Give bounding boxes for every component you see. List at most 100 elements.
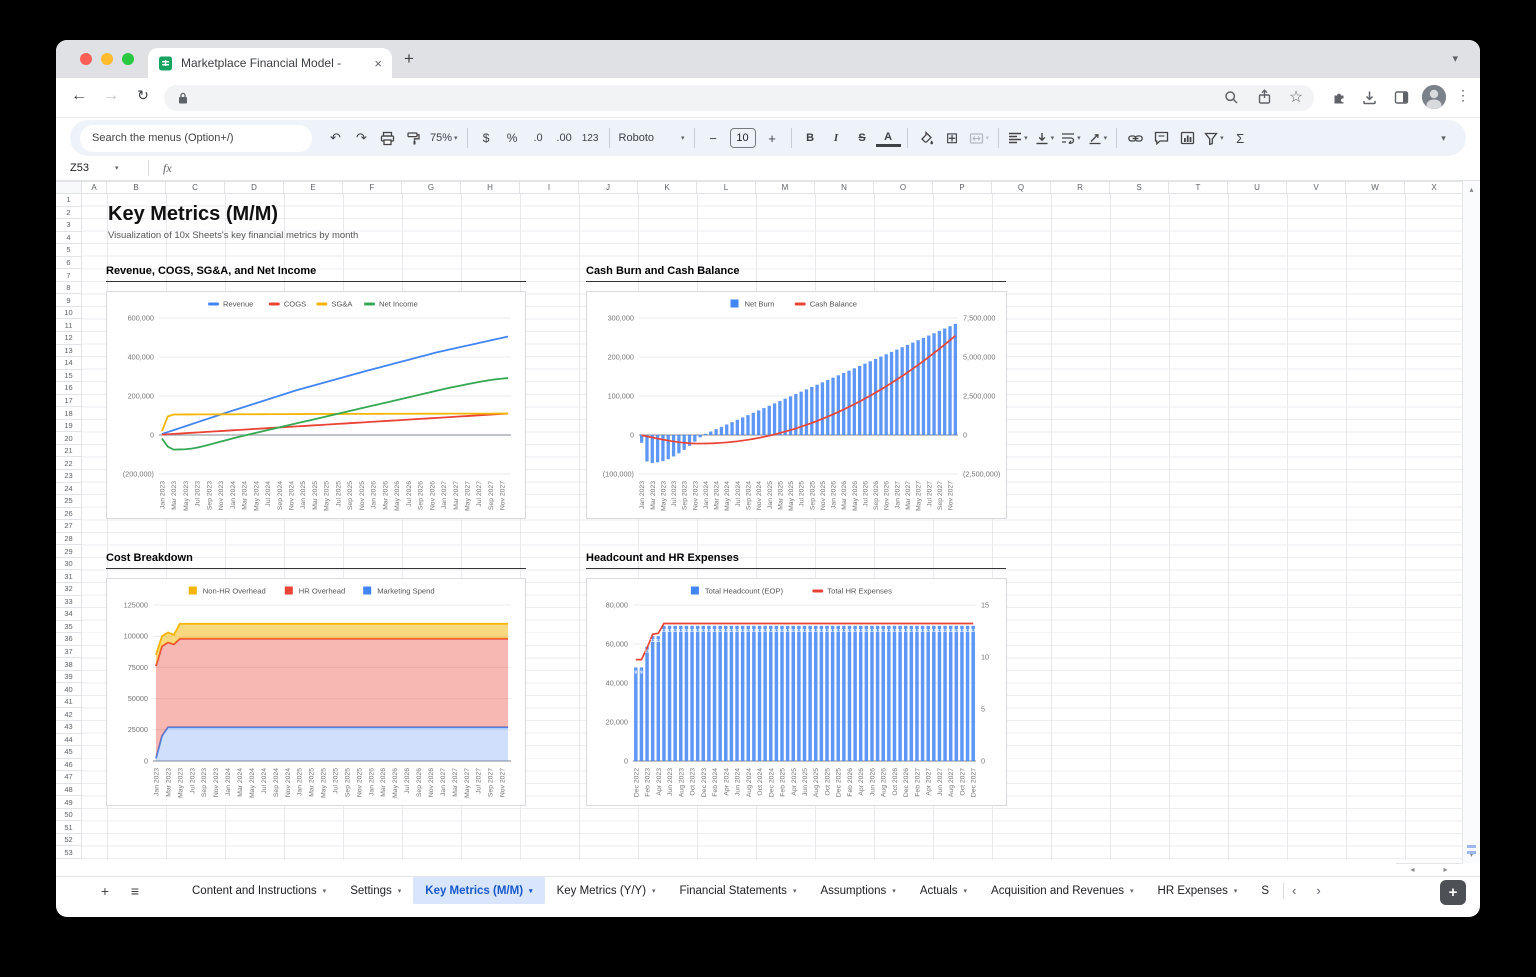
row-header-45[interactable]: 45	[56, 746, 82, 759]
row-header-14[interactable]: 14	[56, 357, 82, 370]
row-header-11[interactable]: 11	[56, 319, 82, 332]
row-header-32[interactable]: 32	[56, 583, 82, 596]
tab-close-icon[interactable]: ×	[374, 56, 382, 71]
traffic-light-close[interactable]	[80, 53, 92, 65]
traffic-light-zoom[interactable]	[122, 53, 134, 65]
chart-cost-breakdown[interactable]: 1250001000007500050000250000Jan 2023Mar …	[106, 578, 526, 806]
row-header-49[interactable]: 49	[56, 796, 82, 809]
row-header-22[interactable]: 22	[56, 457, 82, 470]
row-header-26[interactable]: 26	[56, 508, 82, 521]
row-header-36[interactable]: 36	[56, 633, 82, 646]
row-header-39[interactable]: 39	[56, 671, 82, 684]
row-header-37[interactable]: 37	[56, 646, 82, 659]
column-header-P[interactable]: P	[933, 181, 992, 194]
sheet-tab-acquisition-and-revenues[interactable]: Acquisition and Revenues▾	[979, 877, 1146, 904]
row-header-17[interactable]: 17	[56, 395, 82, 408]
row-header-42[interactable]: 42	[56, 708, 82, 721]
format-percent-button[interactable]: %	[500, 125, 525, 151]
row-header-31[interactable]: 31	[56, 570, 82, 583]
column-header-E[interactable]: E	[284, 181, 343, 194]
column-header-D[interactable]: D	[225, 181, 284, 194]
sheet-tab-financial-statements[interactable]: Financial Statements▾	[668, 877, 809, 904]
scroll-left-icon[interactable]: ◂	[1396, 864, 1429, 876]
vertical-align-button[interactable]: ▾	[1032, 125, 1058, 151]
insert-link-button[interactable]	[1123, 125, 1148, 151]
row-header-5[interactable]: 5	[56, 244, 82, 257]
tabstrip-chevron-icon[interactable]: ▾	[1452, 52, 1458, 65]
functions-button[interactable]: Σ	[1228, 125, 1253, 151]
redo-button[interactable]: ↷	[349, 125, 374, 151]
create-filter-button[interactable]: ▾	[1201, 125, 1227, 151]
row-header-8[interactable]: 8	[56, 282, 82, 295]
column-header-I[interactable]: I	[520, 181, 579, 194]
column-header-O[interactable]: O	[874, 181, 933, 194]
column-header-H[interactable]: H	[461, 181, 520, 194]
extensions-puzzle-icon[interactable]	[1328, 86, 1350, 108]
column-header-J[interactable]: J	[579, 181, 638, 194]
sheet-tab-hr-expenses[interactable]: HR Expenses▾	[1146, 877, 1250, 904]
insert-comment-button[interactable]	[1149, 125, 1174, 151]
text-wrap-button[interactable]: ▾	[1058, 125, 1084, 151]
row-header-52[interactable]: 52	[56, 834, 82, 847]
increase-font-size-button[interactable]: +	[760, 125, 785, 151]
row-header-19[interactable]: 19	[56, 420, 82, 433]
column-header-G[interactable]: G	[402, 181, 461, 194]
scroll-up-icon[interactable]: ▴	[1463, 185, 1480, 194]
row-header-40[interactable]: 40	[56, 683, 82, 696]
sheet-tab-assumptions[interactable]: Assumptions▾	[808, 877, 907, 904]
chart-headcount-hr-expenses[interactable]: 80,00060,00040,00020,0000151050Dec 2022F…	[586, 578, 1007, 806]
column-header-R[interactable]: R	[1051, 181, 1110, 194]
toolbar-collapse-chevron[interactable]: ▾	[1431, 125, 1456, 151]
all-sheets-button[interactable]: ≡	[120, 883, 150, 899]
row-header-4[interactable]: 4	[56, 232, 82, 245]
kebab-menu-icon[interactable]: ⋮	[1452, 87, 1474, 104]
row-header-3[interactable]: 3	[56, 219, 82, 232]
borders-button[interactable]: ⊞	[940, 125, 965, 151]
back-button[interactable]: ←	[68, 87, 90, 105]
sheet-tabs-next-icon[interactable]: ›	[1316, 883, 1320, 898]
horizontal-scrollbar[interactable]: ◂ ▸	[1396, 863, 1462, 876]
decrease-decimal-button[interactable]: .0	[526, 125, 551, 151]
font-select[interactable]: Roboto▾	[616, 125, 688, 151]
scroll-right-icon[interactable]: ▸	[1429, 864, 1462, 876]
column-header-B[interactable]: B	[107, 181, 166, 194]
row-header-1[interactable]: 1	[56, 194, 82, 207]
column-header-M[interactable]: M	[756, 181, 815, 194]
side-panel-icon[interactable]	[1390, 86, 1412, 108]
sheet-tab-s[interactable]: S	[1249, 877, 1281, 904]
row-header-46[interactable]: 46	[56, 759, 82, 772]
row-header-38[interactable]: 38	[56, 658, 82, 671]
bold-button[interactable]: B	[798, 125, 823, 151]
text-color-button[interactable]: A	[876, 129, 901, 147]
search-tabs-icon[interactable]	[1220, 86, 1242, 108]
row-header-23[interactable]: 23	[56, 470, 82, 483]
row-header-44[interactable]: 44	[56, 734, 82, 747]
undo-button[interactable]: ↶	[323, 125, 348, 151]
row-header-25[interactable]: 25	[56, 495, 82, 508]
horizontal-align-button[interactable]: ▾	[1005, 125, 1031, 151]
row-header-13[interactable]: 13	[56, 345, 82, 358]
row-header-41[interactable]: 41	[56, 696, 82, 709]
row-header-21[interactable]: 21	[56, 445, 82, 458]
font-size-input[interactable]: 10	[727, 125, 759, 151]
row-header-18[interactable]: 18	[56, 407, 82, 420]
bookmark-star-icon[interactable]: ☆	[1285, 86, 1307, 108]
grid-corner[interactable]	[56, 181, 82, 194]
paint-format-button[interactable]	[401, 125, 426, 151]
row-header-34[interactable]: 34	[56, 608, 82, 621]
text-rotation-button[interactable]: ▾	[1085, 125, 1111, 151]
sheet-tabs-prev-icon[interactable]: ‹	[1292, 883, 1296, 898]
strikethrough-button[interactable]: S	[850, 125, 875, 151]
chart-cash-burn-balance[interactable]: 300,000200,000100,0000(100,000)7,500,000…	[586, 291, 1007, 519]
row-header-29[interactable]: 29	[56, 545, 82, 558]
column-header-K[interactable]: K	[638, 181, 697, 194]
column-header-L[interactable]: L	[697, 181, 756, 194]
column-header-U[interactable]: U	[1228, 181, 1287, 194]
row-header-47[interactable]: 47	[56, 771, 82, 784]
browser-tab[interactable]: Marketplace Financial Model - ×	[148, 48, 392, 78]
row-header-28[interactable]: 28	[56, 533, 82, 546]
italic-button[interactable]: I	[824, 125, 849, 151]
insert-chart-button[interactable]	[1175, 125, 1200, 151]
zoom-select[interactable]: 75%▾	[427, 125, 461, 151]
row-header-48[interactable]: 48	[56, 784, 82, 797]
